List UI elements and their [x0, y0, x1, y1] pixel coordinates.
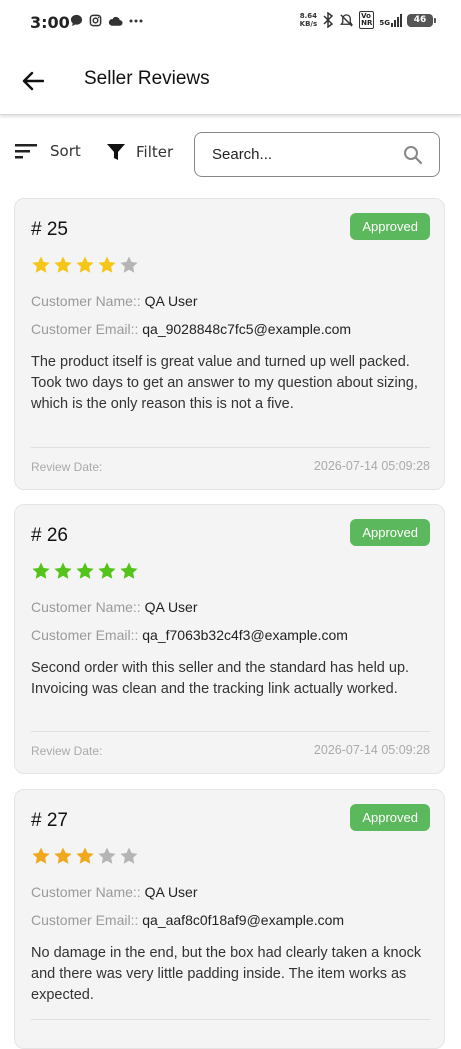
- filter-label: Filter: [136, 143, 174, 161]
- sort-icon: [15, 144, 37, 159]
- toolbar: Sort Filter: [0, 130, 461, 182]
- instagram-icon: [89, 14, 102, 27]
- review-card[interactable]: # 27 Approved Customer Name:: QA User Cu…: [14, 789, 445, 1049]
- review-number: # 26: [31, 525, 68, 546]
- star-filled-icon: [76, 847, 94, 864]
- arrow-left-icon: [22, 71, 44, 91]
- customer-email-value: qa_9028848c7fc5@example.com: [142, 321, 352, 337]
- status-time: 3:00: [30, 13, 70, 32]
- bluetooth-icon: [323, 12, 334, 28]
- status-badge: Approved: [350, 519, 430, 546]
- page-title: Seller Reviews: [84, 68, 210, 89]
- customer-name-value: QA User: [144, 884, 198, 900]
- chat-bubble-icon: [70, 14, 83, 27]
- star-filled-icon: [32, 256, 50, 273]
- app-header: Seller Reviews: [0, 44, 461, 115]
- star-filled-icon: [98, 562, 116, 579]
- volte-badge: Vo NR: [359, 11, 375, 29]
- review-number: # 25: [31, 219, 68, 240]
- cloud-icon: [108, 16, 123, 26]
- battery-icon: 46: [407, 13, 436, 27]
- review-number: # 27: [31, 810, 68, 831]
- customer-email-row: Customer Email:: qa_f7063b32c4f3@example…: [31, 627, 348, 643]
- customer-email-label: Customer Email::: [31, 912, 139, 928]
- star-empty-icon: [98, 847, 116, 864]
- customer-email-row: Customer Email:: qa_aaf8c0f18af9@example…: [31, 912, 344, 928]
- star-rating: [31, 561, 139, 581]
- filter-button[interactable]: Filter: [106, 142, 173, 162]
- star-filled-icon: [54, 256, 72, 273]
- star-filled-icon: [54, 847, 72, 864]
- customer-name-value: QA User: [144, 599, 198, 615]
- search-box: [194, 132, 440, 177]
- back-button[interactable]: [18, 66, 48, 96]
- network-speed: 8.64 KB/s: [299, 12, 318, 28]
- star-filled-icon: [32, 562, 50, 579]
- review-date-label: Review Date:: [31, 744, 103, 758]
- sort-button[interactable]: Sort: [14, 142, 81, 160]
- star-filled-icon: [120, 562, 138, 579]
- customer-name-label: Customer Name::: [31, 293, 141, 309]
- star-filled-icon: [76, 256, 94, 273]
- filter-icon: [107, 144, 125, 160]
- star-rating: [31, 846, 139, 866]
- star-empty-icon: [120, 256, 138, 273]
- review-date-value: 2026-07-14 05:09:28: [313, 459, 430, 473]
- star-empty-icon: [120, 847, 138, 864]
- review-text: Second order with this seller and the st…: [31, 660, 410, 697]
- divider: [31, 731, 430, 732]
- star-filled-icon: [98, 256, 116, 273]
- customer-name-label: Customer Name::: [31, 884, 141, 900]
- customer-email-row: Customer Email:: qa_9028848c7fc5@example…: [31, 321, 351, 337]
- customer-name-value: QA User: [144, 293, 198, 309]
- star-filled-icon: [32, 847, 50, 864]
- review-date-label: Review Date:: [31, 460, 103, 474]
- search-icon[interactable]: [403, 145, 423, 165]
- review-text: No damage in the end, but the box had cl…: [31, 945, 422, 1003]
- sort-label: Sort: [50, 142, 81, 160]
- customer-name-row: Customer Name:: QA User: [31, 884, 198, 900]
- review-card[interactable]: # 25 Approved Customer Name:: QA User Cu…: [14, 198, 445, 490]
- customer-name-row: Customer Name:: QA User: [31, 599, 198, 615]
- star-filled-icon: [54, 562, 72, 579]
- review-card[interactable]: # 26 Approved Customer Name:: QA User Cu…: [14, 504, 445, 774]
- review-date-value: 2026-07-14 05:09:28: [313, 743, 430, 757]
- status-badge: Approved: [350, 213, 430, 240]
- customer-email-label: Customer Email::: [31, 627, 139, 643]
- star-filled-icon: [76, 562, 94, 579]
- status-bar: 3:00 8.64 KB/s Vo NR 5G 46: [0, 0, 461, 44]
- divider: [31, 1019, 430, 1020]
- review-text: The product itself is great value and tu…: [31, 354, 418, 412]
- customer-email-value: qa_f7063b32c4f3@example.com: [142, 627, 348, 643]
- customer-email-value: qa_aaf8c0f18af9@example.com: [142, 912, 345, 928]
- mute-bell-icon: [340, 13, 354, 27]
- search-input[interactable]: [210, 145, 394, 164]
- star-rating: [31, 255, 139, 275]
- customer-name-row: Customer Name:: QA User: [31, 293, 198, 309]
- more-dots-icon: [129, 19, 143, 22]
- customer-email-label: Customer Email::: [31, 321, 139, 337]
- status-badge: Approved: [350, 804, 430, 831]
- divider: [31, 447, 430, 448]
- customer-name-label: Customer Name::: [31, 599, 141, 615]
- signal-icon: 5G: [379, 13, 402, 27]
